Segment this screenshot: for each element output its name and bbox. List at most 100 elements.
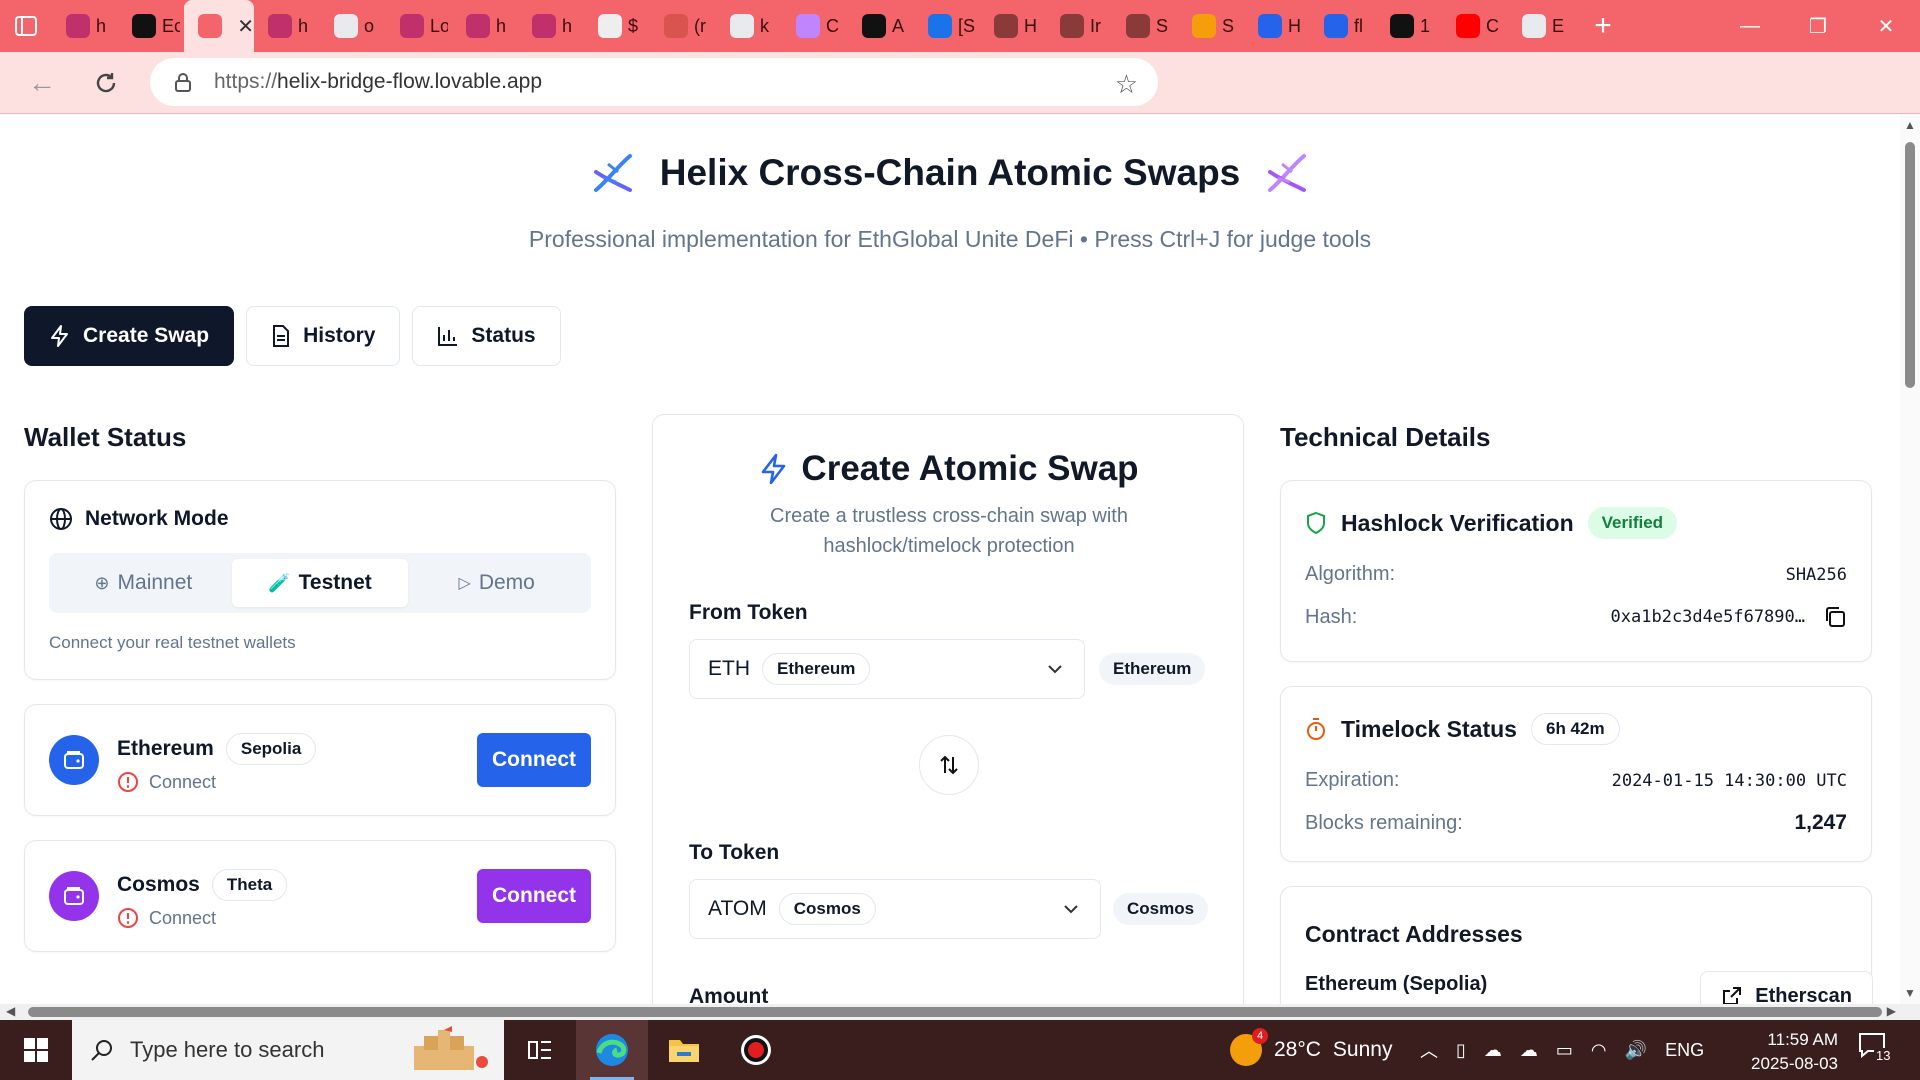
taskbar-search[interactable]: Type here to search <box>72 1020 504 1080</box>
horizontal-scrollbar[interactable]: ◀ ▶ <box>0 1004 1920 1020</box>
browser-tab[interactable]: Ir <box>1046 0 1112 52</box>
tab-history[interactable]: History <box>246 306 401 366</box>
horizontal-scroll-thumb[interactable] <box>28 1007 1882 1017</box>
tab-title: H <box>1288 15 1301 36</box>
screen-recorder-icon[interactable] <box>720 1020 792 1080</box>
close-window-icon[interactable]: ✕ <box>1852 0 1920 52</box>
browser-tab[interactable]: h <box>518 0 584 52</box>
url-field[interactable]: https://helix-bridge-flow.lovable.app ☆ <box>150 58 1158 106</box>
tab-title: o <box>364 15 375 36</box>
refresh-icon[interactable] <box>74 52 138 114</box>
language-indicator[interactable]: ENG <box>1665 1040 1704 1061</box>
etherscan-link-button[interactable]: Etherscan <box>1700 971 1873 1004</box>
browser-tab[interactable]: [S <box>914 0 980 52</box>
scroll-right-icon[interactable]: ▶ <box>1887 1004 1896 1018</box>
mode-mainnet[interactable]: ⊕ Mainnet <box>55 559 232 607</box>
file-explorer-icon[interactable] <box>648 1020 720 1080</box>
time-remaining-badge: 6h 42m <box>1530 713 1620 745</box>
browser-tab[interactable]: Lo <box>386 0 452 52</box>
browser-tab[interactable]: S <box>1178 0 1244 52</box>
to-token-select[interactable]: ATOM Cosmos <box>689 879 1101 939</box>
browser-tab[interactable]: E <box>1508 0 1574 52</box>
tab-status[interactable]: Status <box>412 306 561 366</box>
alert-circle-icon <box>118 908 138 928</box>
back-icon[interactable]: ← <box>10 52 74 114</box>
mode-testnet[interactable]: 🧪 Testnet <box>231 559 409 607</box>
phone-link-icon[interactable]: ▯ <box>1456 1040 1466 1061</box>
notification-center-icon[interactable]: 13 <box>1858 1032 1898 1068</box>
vertical-scrollbar[interactable]: ▲ ▼ <box>1900 114 1920 1004</box>
browser-tab[interactable]: fl <box>1310 0 1376 52</box>
weather-widget[interactable]: 4 28°C Sunny <box>1230 1020 1392 1080</box>
tab-title: [S <box>958 15 976 36</box>
browser-tab[interactable]: k <box>716 0 782 52</box>
volume-icon[interactable]: 🔊 <box>1625 1040 1647 1061</box>
from-token-label: From Token <box>689 601 808 624</box>
lock-icon <box>175 73 191 92</box>
network-badge: Theta <box>211 869 288 901</box>
browser-tab[interactable]: 1 <box>1376 0 1442 52</box>
cosmos-connect-button[interactable]: Connect <box>477 869 591 923</box>
tab-favicon-icon <box>730 14 754 38</box>
wallet-icon <box>49 735 99 785</box>
tab-title: h <box>496 15 507 36</box>
ethereum-connect-button[interactable]: Connect <box>477 733 591 787</box>
browser-tab[interactable]: h <box>254 0 320 52</box>
lightning-icon <box>51 325 68 347</box>
technical-details-heading: Technical Details <box>1280 422 1491 452</box>
browser-tab[interactable]: h <box>52 0 118 52</box>
tab-title: Ir <box>1090 15 1101 36</box>
browser-tab[interactable]: he ✕ <box>184 0 254 52</box>
tab-actions-icon[interactable] <box>0 0 52 52</box>
copy-icon[interactable] <box>1823 605 1847 629</box>
minimize-icon[interactable]: — <box>1716 0 1784 52</box>
system-clock[interactable]: 11:59 AM 2025-08-03 <box>1748 1028 1838 1076</box>
browser-tab[interactable]: S <box>1112 0 1178 52</box>
restore-icon[interactable]: ❐ <box>1784 0 1852 52</box>
browser-tab[interactable]: Ec <box>118 0 184 52</box>
tab-create-swap[interactable]: Create Swap <box>24 306 235 366</box>
tab-favicon-icon <box>132 14 156 38</box>
create-swap-card: Create Atomic Swap Create a trustless cr… <box>652 414 1244 1004</box>
browser-tab[interactable]: C <box>782 0 848 52</box>
vertical-scroll-thumb[interactable] <box>1905 142 1915 388</box>
battery-icon[interactable]: ▭ <box>1556 1040 1573 1061</box>
edge-browser-icon[interactable] <box>576 1020 648 1080</box>
browser-tab[interactable]: A <box>848 0 914 52</box>
timer-icon <box>1307 718 1325 740</box>
network-mode-title: Network Mode <box>49 507 229 531</box>
tab-title: S <box>1222 15 1235 36</box>
cloud-off-icon[interactable]: ☁ <box>1484 1040 1502 1061</box>
onedrive-icon[interactable]: ☁ <box>1520 1040 1538 1061</box>
scroll-down-icon[interactable]: ▼ <box>1904 986 1916 1000</box>
chevron-up-icon[interactable]: ︿ <box>1420 1037 1438 1063</box>
page-title: Helix Cross-Chain Atomic Swaps <box>659 152 1241 193</box>
browser-tab[interactable]: C <box>1442 0 1508 52</box>
from-chain-badge: Ethereum <box>762 653 871 685</box>
browser-tab[interactable]: H <box>980 0 1046 52</box>
scroll-up-icon[interactable]: ▲ <box>1904 118 1916 132</box>
mode-demo[interactable]: ▷ Demo <box>408 559 585 607</box>
browser-tab[interactable]: h <box>452 0 518 52</box>
windows-start-icon[interactable] <box>0 1020 72 1080</box>
expiration-row: Expiration: 2024-01-15 14:30:00 UTC <box>1305 769 1847 791</box>
wifi-icon[interactable]: ◠ <box>1591 1040 1607 1061</box>
browser-tab[interactable]: (r <box>650 0 716 52</box>
web-page: Helix Cross-Chain Atomic Swaps Professio… <box>0 114 1900 1004</box>
browser-tab[interactable]: o <box>320 0 386 52</box>
play-icon: ▷ <box>458 575 471 592</box>
tab-title: fl <box>1354 15 1363 36</box>
favorite-star-icon[interactable]: ☆ <box>1115 69 1138 100</box>
from-token-select[interactable]: ETH Ethereum <box>689 639 1085 699</box>
new-tab-button[interactable]: + <box>1580 0 1626 52</box>
browser-tab[interactable]: $ <box>584 0 650 52</box>
browser-tab[interactable]: H <box>1244 0 1310 52</box>
scroll-left-icon[interactable]: ◀ <box>6 1004 15 1018</box>
close-tab-icon[interactable]: ✕ <box>237 14 254 39</box>
ethereum-contract-label: Ethereum (Sepolia) <box>1305 973 1488 995</box>
shield-icon <box>1307 511 1325 535</box>
task-view-icon[interactable] <box>504 1020 576 1080</box>
sun-icon: 4 <box>1230 1028 1268 1066</box>
tab-favicon-icon <box>862 14 886 38</box>
swap-direction-button[interactable] <box>919 735 979 795</box>
